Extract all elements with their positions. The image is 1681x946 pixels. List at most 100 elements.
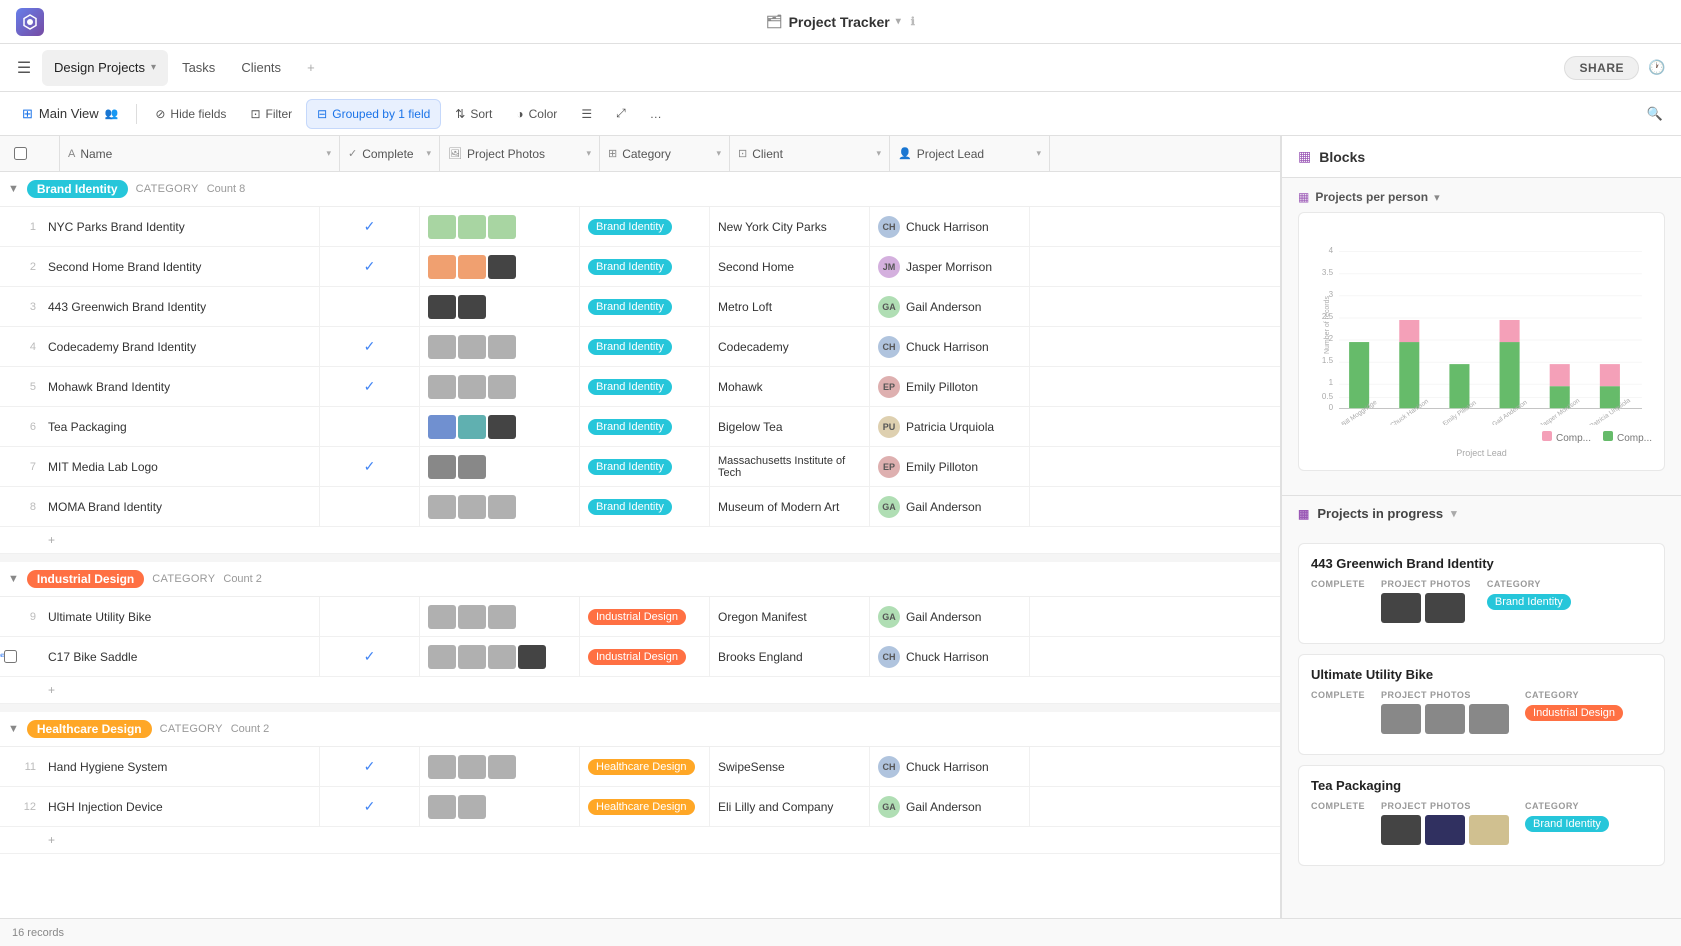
group-button[interactable]: ⊟ Grouped by 1 field — [306, 99, 441, 129]
row-complete-10[interactable]: ✓ — [320, 637, 420, 676]
th-photos[interactable]: 🖼 Project Photos ▾ — [440, 136, 600, 171]
row-lead-10[interactable]: CH Chuck Harrison — [870, 637, 1030, 676]
row-client-7[interactable]: Massachusetts Institute of Tech — [710, 447, 870, 486]
row-complete-11[interactable]: ✓ — [320, 747, 420, 786]
row-name-12[interactable]: HGH Injection Device — [40, 787, 320, 826]
more-button[interactable]: … — [640, 99, 672, 129]
add-row-healthcare[interactable]: + — [0, 827, 1280, 854]
row-client-12[interactable]: Eli Lilly and Company — [710, 787, 870, 826]
add-row-industrial[interactable]: + — [0, 677, 1280, 704]
row-photos-1[interactable] — [420, 207, 580, 246]
tab-add[interactable]: + — [295, 50, 327, 86]
row-category-3[interactable]: Brand Identity — [580, 287, 710, 326]
row-photos-2[interactable] — [420, 247, 580, 286]
app-logo[interactable] — [16, 8, 44, 36]
row-photos-4[interactable] — [420, 327, 580, 366]
hamburger-button[interactable]: ☰ — [8, 52, 40, 84]
project-card-bike[interactable]: Ultimate Utility Bike COMPLETE PROJECT P… — [1298, 654, 1665, 755]
th-client[interactable]: ⊡ Client ▾ — [730, 136, 890, 171]
title-dropdown-icon[interactable]: ▾ — [896, 16, 901, 27]
row-complete-12[interactable]: ✓ — [320, 787, 420, 826]
row-lead-11[interactable]: CH Chuck Harrison — [870, 747, 1030, 786]
row-client-5[interactable]: Mohawk — [710, 367, 870, 406]
row-photos-11[interactable] — [420, 747, 580, 786]
row-client-4[interactable]: Codecademy — [710, 327, 870, 366]
row-photos-12[interactable] — [420, 787, 580, 826]
row-category-12[interactable]: Healthcare Design — [580, 787, 710, 826]
title-info-icon[interactable]: ℹ — [911, 15, 915, 28]
add-row-brand[interactable]: + — [0, 527, 1280, 554]
th-complete[interactable]: ✓ Complete ▾ — [340, 136, 440, 171]
row-complete-6[interactable] — [320, 407, 420, 446]
row-category-11[interactable]: Healthcare Design — [580, 747, 710, 786]
view-selector[interactable]: ⊞ Main View 👥 — [12, 102, 128, 126]
row-name-1[interactable]: NYC Parks Brand Identity — [40, 207, 320, 246]
row-client-8[interactable]: Museum of Modern Art — [710, 487, 870, 526]
group-badge-brand[interactable]: Brand Identity — [27, 180, 128, 198]
row-name-8[interactable]: MOMA Brand Identity — [40, 487, 320, 526]
tab-tasks[interactable]: Tasks — [170, 50, 227, 86]
group-collapse-brand[interactable]: ▼ — [8, 183, 19, 195]
row-category-5[interactable]: Brand Identity — [580, 367, 710, 406]
row-client-2[interactable]: Second Home — [710, 247, 870, 286]
row-photos-7[interactable] — [420, 447, 580, 486]
row-complete-4[interactable]: ✓ — [320, 327, 420, 366]
row-lead-9[interactable]: GA Gail Anderson — [870, 597, 1030, 636]
group-collapse-healthcare[interactable]: ▼ — [8, 723, 19, 735]
in-progress-section-title[interactable]: ▦ Projects in progress ▾ — [1282, 495, 1681, 531]
hide-fields-button[interactable]: ⊘ Hide fields — [145, 99, 236, 129]
row-client-10[interactable]: Brooks England — [710, 637, 870, 676]
row-lead-2[interactable]: JM Jasper Morrison — [870, 247, 1030, 286]
group-collapse-industrial[interactable]: ▼ — [8, 573, 19, 585]
row-client-6[interactable]: Bigelow Tea — [710, 407, 870, 446]
group-badge-industrial[interactable]: Industrial Design — [27, 570, 144, 588]
row-complete-9[interactable] — [320, 597, 420, 636]
row-complete-5[interactable]: ✓ — [320, 367, 420, 406]
filter-button[interactable]: ⊡ Filter — [240, 99, 302, 129]
row-client-9[interactable]: Oregon Manifest — [710, 597, 870, 636]
history-button[interactable]: 🕐 — [1641, 52, 1673, 84]
tab-clients[interactable]: Clients — [229, 50, 293, 86]
row-name-7[interactable]: MIT Media Lab Logo — [40, 447, 320, 486]
row-client-11[interactable]: SwipeSense — [710, 747, 870, 786]
select-all-checkbox[interactable] — [14, 147, 27, 160]
expand-button[interactable]: ⤢ — [606, 99, 636, 129]
row-lead-8[interactable]: GA Gail Anderson — [870, 487, 1030, 526]
row-photos-10[interactable] — [420, 637, 580, 676]
sort-button[interactable]: ⇅ Sort — [445, 99, 502, 129]
th-name[interactable]: A Name ▾ — [60, 136, 340, 171]
row-name-5[interactable]: Mohawk Brand Identity — [40, 367, 320, 406]
row-name-4[interactable]: Codecademy Brand Identity — [40, 327, 320, 366]
row-complete-2[interactable]: ✓ — [320, 247, 420, 286]
row-category-8[interactable]: Brand Identity — [580, 487, 710, 526]
row-photos-6[interactable] — [420, 407, 580, 446]
row-category-2[interactable]: Brand Identity — [580, 247, 710, 286]
row-lead-4[interactable]: CH Chuck Harrison — [870, 327, 1030, 366]
row-complete-1[interactable]: ✓ — [320, 207, 420, 246]
search-button[interactable]: 🔍 — [1641, 100, 1669, 128]
row-complete-7[interactable]: ✓ — [320, 447, 420, 486]
row-photos-8[interactable] — [420, 487, 580, 526]
row-photos-5[interactable] — [420, 367, 580, 406]
row-category-7[interactable]: Brand Identity — [580, 447, 710, 486]
row-lead-6[interactable]: PU Patricia Urquiola — [870, 407, 1030, 446]
row-photos-3[interactable] — [420, 287, 580, 326]
color-button[interactable]: ◑ Color — [506, 99, 567, 129]
row-complete-3[interactable] — [320, 287, 420, 326]
row-category-9[interactable]: Industrial Design — [580, 597, 710, 636]
row-category-6[interactable]: Brand Identity — [580, 407, 710, 446]
project-card-tea[interactable]: Tea Packaging COMPLETE PROJECT PHOTOS — [1298, 765, 1665, 866]
th-category[interactable]: ⊞ Category ▾ — [600, 136, 730, 171]
project-card-443[interactable]: 443 Greenwich Brand Identity COMPLETE PR… — [1298, 543, 1665, 644]
row-lead-3[interactable]: GA Gail Anderson — [870, 287, 1030, 326]
row-category-4[interactable]: Brand Identity — [580, 327, 710, 366]
row-photos-9[interactable] — [420, 597, 580, 636]
row-lead-12[interactable]: GA Gail Anderson — [870, 787, 1030, 826]
row-lead-5[interactable]: EP Emily Pilloton — [870, 367, 1030, 406]
row-category-10[interactable]: Industrial Design — [580, 637, 710, 676]
row-name-6[interactable]: Tea Packaging — [40, 407, 320, 446]
row-category-1[interactable]: Brand Identity — [580, 207, 710, 246]
th-lead[interactable]: 👤 Project Lead ▾ — [890, 136, 1050, 171]
share-button[interactable]: SHARE — [1564, 56, 1639, 80]
row-name-11[interactable]: Hand Hygiene System — [40, 747, 320, 786]
